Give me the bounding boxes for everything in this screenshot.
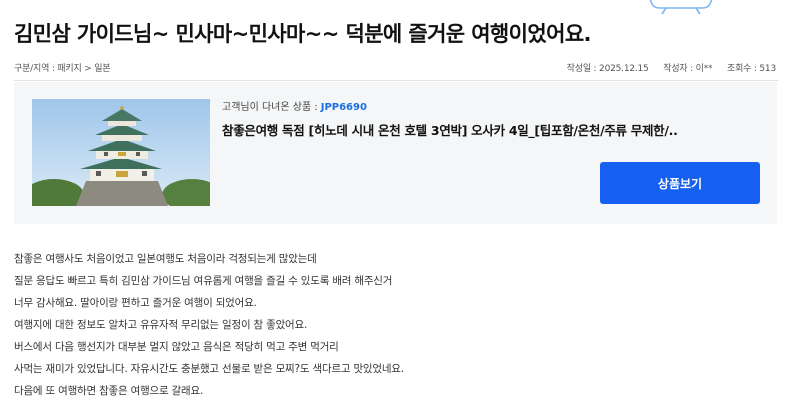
body-line: 다음에 또 여행하면 참좋은 여행으로 갈래요.: [14, 385, 204, 397]
post-author: 작성자 : 이**: [663, 63, 713, 74]
product-code[interactable]: JPP6690: [321, 102, 367, 113]
review-title: 김민삼 가이드님~ 민사마~민사마~~ 덕분에 즐거운 여행이었어요.: [14, 22, 592, 46]
body-line: 사먹는 재미가 있었답니다. 자유시간도 충분했고 선물로 받은 모찌?도 색다…: [14, 363, 404, 375]
product-label-text: 고객님이 다녀온 상품 :: [222, 102, 318, 113]
review-body: 참좋은 여행사도 처음이었고 일본여행도 처음이라 걱정되는게 많았는데 질문 …: [14, 252, 774, 406]
product-name[interactable]: 참좋은여행 독점 [히노데 시내 온천 호텔 3연박] 오사카 4일_[팁포함/…: [222, 120, 742, 139]
body-line: 질문 응답도 빠르고 특히 김민삼 가이드님 여유롭게 여행을 즐길 수 있도록…: [14, 275, 393, 287]
product-card: 고객님이 다녀온 상품 : JPP6690 참좋은여행 독점 [히노데 시내 온천…: [14, 82, 777, 224]
review-info: 작성일 : 2025.12.15 작성자 : 이** 조회수 : 513: [555, 61, 777, 74]
category-breadcrumb: 구분/지역 : 패키지 > 일본: [14, 63, 111, 74]
body-line: 여행지에 대한 정보도 알차고 유유자적 무리없는 일정이 참 좋았어요.: [14, 319, 308, 331]
view-product-button[interactable]: 상품보기: [600, 162, 760, 204]
review-meta: 구분/지역 : 패키지 > 일본 작성일 : 2025.12.15 작성자 : …: [14, 60, 776, 74]
view-count: 조회수 : 513: [727, 63, 776, 74]
body-line: 참좋은 여행사도 처음이었고 일본여행도 처음이라 걱정되는게 많았는데: [14, 253, 317, 265]
body-line: 너무 감사해요. 딸아이랑 편하고 즐거운 여행이 되었어요.: [14, 297, 257, 309]
divider: [14, 80, 778, 81]
decorative-illustration: [649, 0, 713, 15]
post-date: 작성일 : 2025.12.15: [566, 63, 649, 74]
body-line: 버스에서 다음 행선지가 대부분 멀지 않았고 음식은 적당히 먹고 주변 먹거…: [14, 341, 339, 353]
product-thumbnail[interactable]: [32, 99, 210, 206]
osaka-castle-image: [32, 99, 210, 206]
product-label: 고객님이 다녀온 상품 : JPP6690: [222, 98, 367, 113]
